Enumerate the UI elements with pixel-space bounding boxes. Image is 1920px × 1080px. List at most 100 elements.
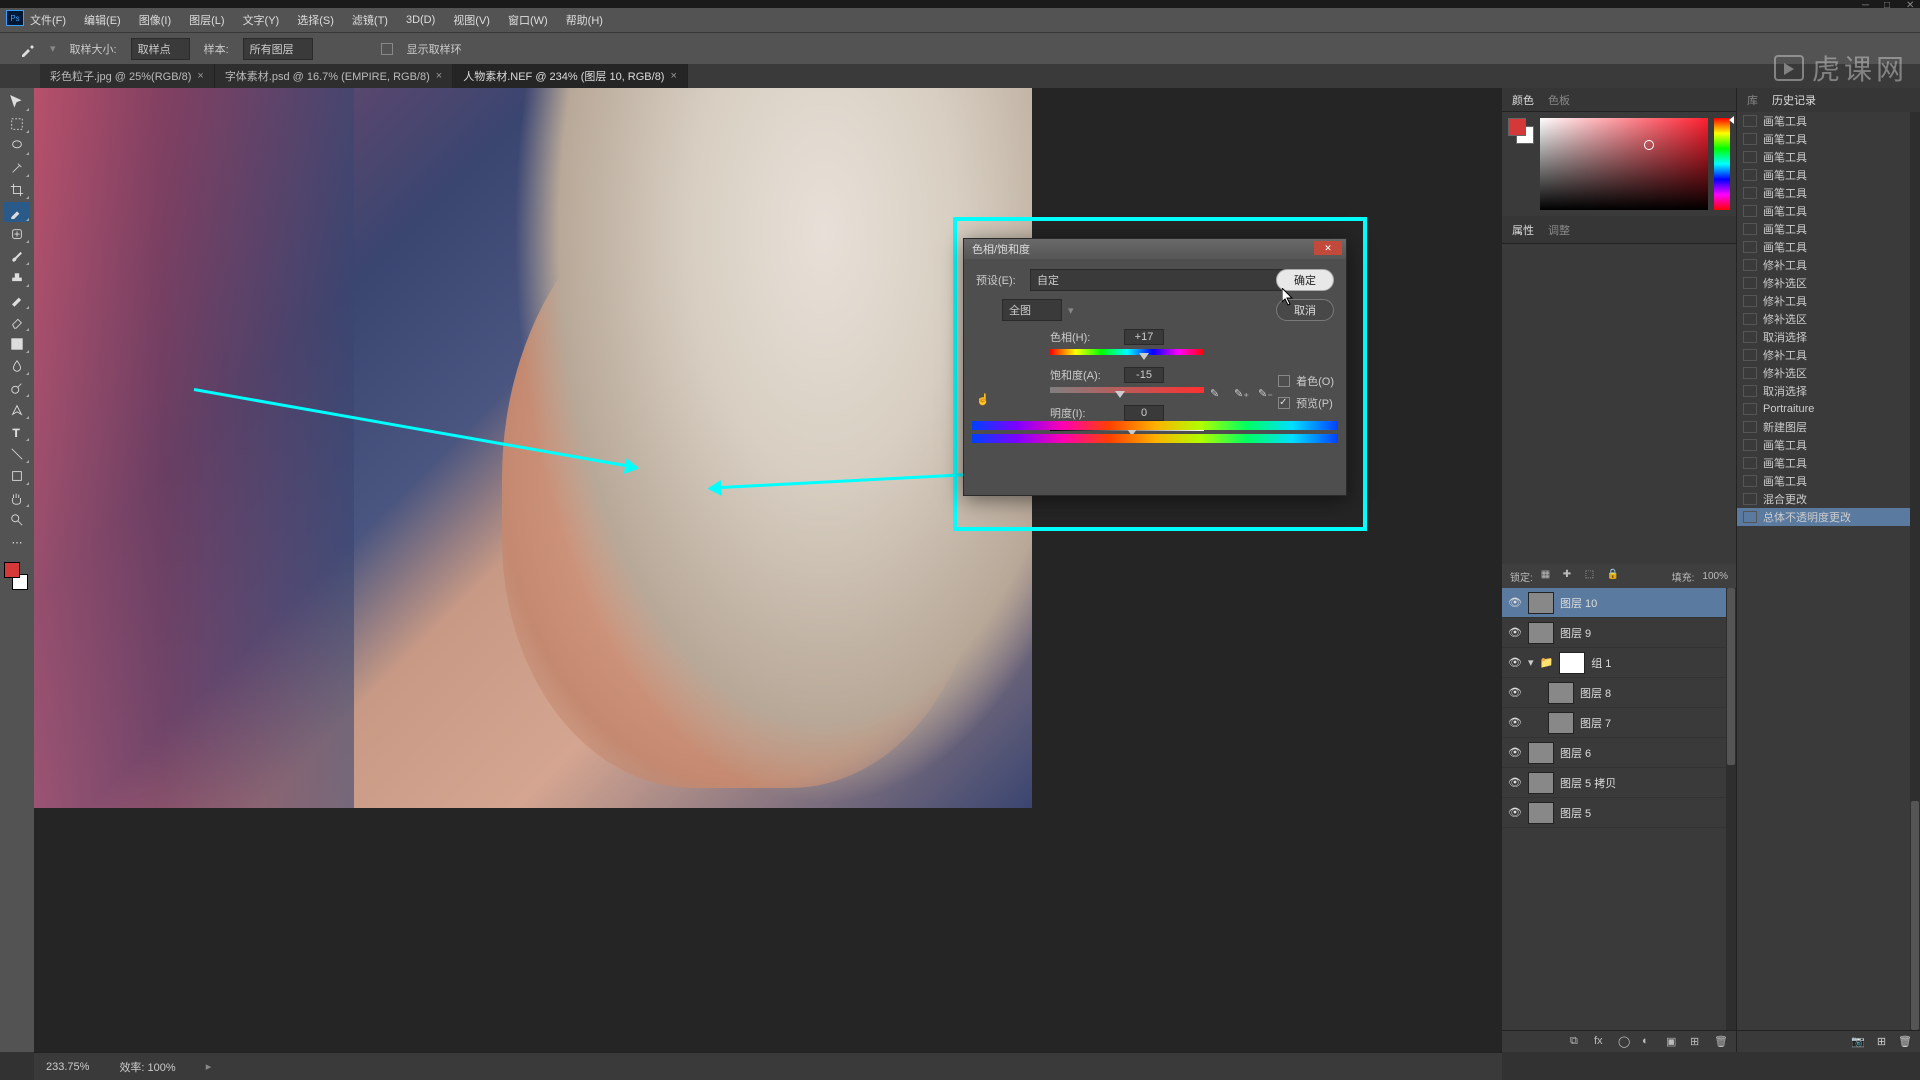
history-row[interactable]: 画笔工具 (1737, 130, 1920, 148)
path-tool[interactable] (4, 444, 30, 464)
pen-tool[interactable] (4, 400, 30, 420)
layer-name[interactable]: 组 1 (1591, 655, 1611, 671)
layer-row[interactable]: 👁 图层 7 (1502, 708, 1736, 738)
visibility-icon[interactable]: 👁 (1508, 746, 1522, 760)
shape-tool[interactable] (4, 466, 30, 486)
layer-name[interactable]: 图层 10 (1560, 595, 1597, 611)
delete-state-icon[interactable]: 🗑 (1898, 1035, 1912, 1048)
history-brush-tool[interactable] (4, 290, 30, 310)
document-canvas[interactable] (34, 88, 1032, 808)
lock-all-icon[interactable]: 🔒 (1607, 569, 1621, 583)
tab-document-2[interactable]: 字体素材.psd @ 16.7% (EMPIRE, RGB/8)× (215, 64, 453, 88)
history-row[interactable]: 修补工具 (1737, 256, 1920, 274)
layer-row[interactable]: 👁▾📁组 1 (1502, 648, 1736, 678)
menu-filter[interactable]: 滤镜(T) (352, 12, 388, 28)
eyedropper-icon[interactable]: ✎ (1210, 387, 1226, 403)
minimize-icon[interactable]: ─ (1862, 0, 1872, 8)
saturation-slider[interactable] (1050, 387, 1204, 393)
history-row[interactable]: 修补选区 (1737, 364, 1920, 382)
layer-thumbnail[interactable] (1528, 742, 1554, 764)
history-row[interactable]: 修补工具 (1737, 346, 1920, 364)
history-row[interactable]: 画笔工具 (1737, 454, 1920, 472)
layer-thumbnail[interactable] (1528, 802, 1554, 824)
cancel-button[interactable]: 取消 (1276, 299, 1334, 321)
type-tool[interactable]: T (4, 422, 30, 442)
history-row[interactable]: 修补选区 (1737, 310, 1920, 328)
menu-select[interactable]: 选择(S) (297, 12, 334, 28)
history-row[interactable]: 画笔工具 (1737, 166, 1920, 184)
menu-file[interactable]: 文件(F) (30, 12, 66, 28)
layer-name[interactable]: 图层 5 拷贝 (1560, 775, 1616, 791)
layer-row[interactable]: 👁图层 10 (1502, 588, 1736, 618)
layer-mask-thumbnail[interactable] (1559, 652, 1585, 674)
close-tab-icon[interactable]: × (436, 70, 442, 82)
visibility-icon[interactable]: 👁 (1508, 656, 1522, 670)
visibility-icon[interactable]: 👁 (1508, 776, 1522, 790)
new-state-icon[interactable]: ⊞ (1877, 1035, 1886, 1048)
tab-document-3[interactable]: 人物素材.NEF @ 234% (图层 10, RGB/8)× (453, 64, 688, 88)
history-row[interactable]: 总体不透明度更改 (1737, 508, 1920, 526)
layer-row[interactable]: 👁图层 9 (1502, 618, 1736, 648)
layer-name[interactable]: 图层 7 (1580, 715, 1611, 731)
layer-name[interactable]: 图层 9 (1560, 625, 1591, 641)
layer-thumbnail[interactable] (1548, 712, 1574, 734)
tab-adjustments[interactable]: 调整 (1548, 222, 1570, 238)
sample-size-select[interactable]: 取样点 (131, 38, 190, 60)
visibility-icon[interactable]: 👁 (1508, 716, 1522, 730)
dodge-tool[interactable] (4, 378, 30, 398)
brush-tool[interactable] (4, 246, 30, 266)
menu-edit[interactable]: 编辑(E) (84, 12, 121, 28)
history-row[interactable]: 修补工具 (1737, 292, 1920, 310)
foreground-background-colors[interactable] (4, 562, 30, 590)
layer-thumbnail[interactable] (1548, 682, 1574, 704)
layer-fx-icon[interactable]: fx (1594, 1035, 1608, 1049)
spectrum-bars[interactable] (972, 421, 1338, 443)
range-select[interactable]: 全图 (1002, 299, 1062, 321)
menu-layer[interactable]: 图层(L) (189, 12, 224, 28)
canvas-area[interactable] (34, 88, 1502, 1052)
hue-value[interactable]: +17 (1124, 329, 1164, 345)
zoom-level[interactable]: 233.75% (46, 1061, 89, 1073)
color-swatch[interactable] (1508, 118, 1534, 144)
gradient-tool[interactable] (4, 334, 30, 354)
history-scrollbar[interactable] (1910, 112, 1920, 1030)
maximize-icon[interactable]: □ (1884, 0, 1894, 8)
lock-position-icon[interactable]: ✚ (1563, 569, 1577, 583)
history-row[interactable]: 画笔工具 (1737, 238, 1920, 256)
new-group-icon[interactable]: ▣ (1666, 1035, 1680, 1049)
move-tool[interactable] (4, 92, 30, 112)
layer-mask-icon[interactable]: ◯ (1618, 1035, 1632, 1049)
close-tab-icon[interactable]: × (670, 70, 676, 82)
history-row[interactable]: 混合更改 (1737, 490, 1920, 508)
stamp-tool[interactable] (4, 268, 30, 288)
layer-row[interactable]: 👁 图层 5 拷贝 (1502, 768, 1736, 798)
menu-image[interactable]: 图像(I) (139, 12, 171, 28)
hand-tool[interactable] (4, 488, 30, 508)
fill-value[interactable]: 100% (1702, 571, 1728, 582)
delete-layer-icon[interactable]: 🗑 (1714, 1035, 1728, 1049)
saturation-value[interactable]: -15 (1124, 367, 1164, 383)
dialog-titlebar[interactable]: 色相/饱和度 ✕ (964, 239, 1346, 259)
menu-3d[interactable]: 3D(D) (406, 14, 435, 26)
heal-tool[interactable] (4, 224, 30, 244)
tab-swatches[interactable]: 色板 (1548, 92, 1570, 108)
history-row[interactable]: 画笔工具 (1737, 112, 1920, 130)
show-ring-checkbox[interactable] (381, 43, 393, 55)
close-icon[interactable]: ✕ (1906, 0, 1916, 8)
dialog-close-icon[interactable]: ✕ (1314, 241, 1342, 255)
lasso-tool[interactable] (4, 136, 30, 156)
hue-slider[interactable] (1050, 349, 1204, 355)
tab-document-1[interactable]: 彩色粒子.jpg @ 25%(RGB/8)× (40, 64, 215, 88)
preview-checkbox[interactable]: 预览(P) (1278, 395, 1334, 411)
history-row[interactable]: 画笔工具 (1737, 220, 1920, 238)
color-field[interactable] (1540, 118, 1708, 210)
colorize-checkbox[interactable]: 着色(O) (1278, 373, 1334, 389)
menu-type[interactable]: 文字(Y) (243, 12, 280, 28)
eraser-tool[interactable] (4, 312, 30, 332)
layer-thumbnail[interactable] (1528, 622, 1554, 644)
eyedropper-tool[interactable] (4, 202, 30, 222)
eyedropper-add-icon[interactable]: ✎₊ (1234, 387, 1250, 403)
layer-name[interactable]: 图层 5 (1560, 805, 1591, 821)
layer-row[interactable]: 👁图层 5 (1502, 798, 1736, 828)
tab-history[interactable]: 历史记录 (1772, 92, 1816, 108)
